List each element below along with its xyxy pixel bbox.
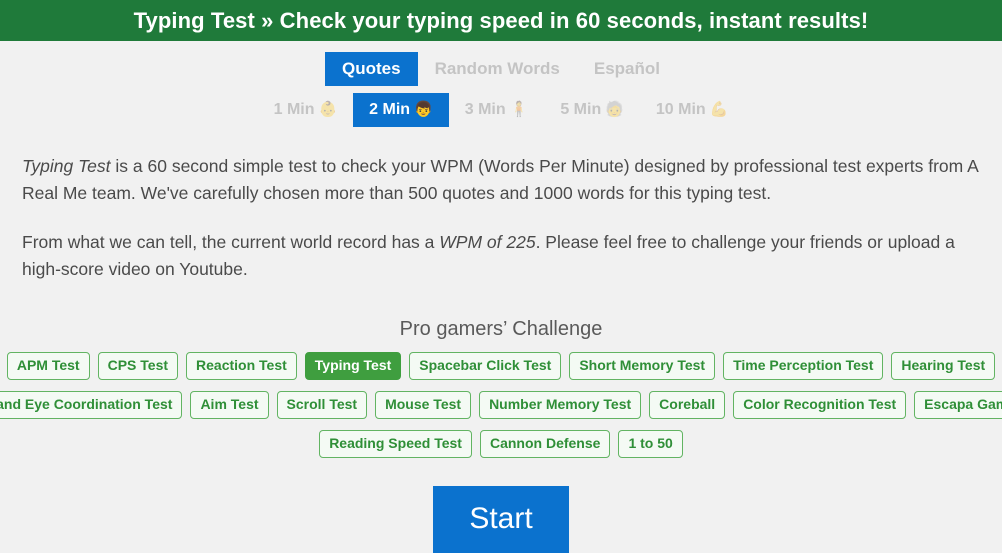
boy-emoji: 👦 [414, 101, 433, 118]
duration-tab-row: 1 Min 👶 2 Min 👦 3 Min 🧍 5 Min 🧓 10 Min 💪 [0, 93, 1002, 127]
challenge-section-title: Pro gamers’ Challenge [399, 318, 603, 340]
start-button-container: Start [22, 486, 980, 553]
pill-number-memory-test[interactable]: Number Memory Test [479, 391, 642, 419]
tab-duration-1-min-label: 1 Min [273, 101, 315, 118]
pill-short-memory-test[interactable]: Short Memory Test [569, 352, 716, 380]
pill-reading-speed-test[interactable]: Reading Speed Test [319, 430, 472, 458]
baby-emoji: 👶 [318, 101, 338, 118]
pill-color-recognition-test[interactable]: Color Recognition Test [733, 391, 907, 419]
tab-duration-3-min-label: 3 Min [464, 101, 506, 118]
mode-tab-row: Quotes Random Words Español [0, 52, 1002, 86]
pill-scroll-test[interactable]: Scroll Test [276, 391, 368, 419]
pill-cannon-defense[interactable]: Cannon Defense [479, 430, 611, 458]
tab-duration-1-min[interactable]: 1 Min 👶 [258, 93, 354, 127]
pill-hearing-test[interactable]: Hearing Test [891, 352, 996, 380]
intro-paragraph-1-rest: is a 60 second simple test to check your… [22, 156, 978, 203]
tab-duration-5-min-label: 5 Min [560, 101, 602, 118]
start-button[interactable]: Start [433, 486, 569, 553]
page-header: Typing Test » Check your typing speed in… [0, 0, 1002, 41]
intro-paragraph-2: From what we can tell, the current world… [22, 229, 980, 283]
world-record-wpm: WPM of 225 [439, 232, 536, 252]
content-area: Typing Test is a 60 second simple test t… [0, 153, 1002, 553]
flexed-biceps-emoji: 💪 [709, 101, 729, 118]
tab-duration-10-min-label: 10 Min [655, 101, 706, 118]
person-standing-emoji: 🧍 [509, 101, 529, 118]
challenge-pill-row-1: APM Test CPS Test Reaction Test Typing T… [6, 352, 996, 380]
intro-paragraph-1-lead: Typing Test [22, 156, 111, 176]
pill-time-perception-test[interactable]: Time Perception Test [723, 352, 884, 380]
pill-aim-test[interactable]: Aim Test [190, 391, 269, 419]
intro-paragraph-2-before: From what we can tell, the current world… [22, 232, 440, 252]
pill-hand-eye-coordination-test[interactable]: Hand Eye Coordination Test [0, 391, 183, 419]
pill-coreball[interactable]: Coreball [649, 391, 726, 419]
page-title: Typing Test » Check your typing speed in… [133, 7, 869, 33]
older-person-emoji: 🧓 [605, 101, 624, 118]
tab-random-words[interactable]: Random Words [418, 52, 577, 86]
pill-mouse-test[interactable]: Mouse Test [375, 391, 472, 419]
intro-paragraph-1: Typing Test is a 60 second simple test t… [22, 153, 980, 207]
tab-duration-3-min[interactable]: 3 Min 🧍 [449, 93, 545, 127]
challenge-pill-row-2: Hand Eye Coordination Test Aim Test Scro… [0, 391, 1002, 419]
pill-apm-test[interactable]: APM Test [6, 352, 90, 380]
tab-quotes[interactable]: Quotes [325, 52, 418, 86]
pill-cps-test[interactable]: CPS Test [97, 352, 179, 380]
challenge-pill-row-3: Reading Speed Test Cannon Defense 1 to 5… [22, 430, 980, 458]
tab-duration-10-min[interactable]: 10 Min 💪 [640, 93, 744, 127]
pill-escapa-game[interactable]: Escapa Game [914, 391, 1002, 419]
pill-typing-test[interactable]: Typing Test [304, 352, 402, 380]
pill-spacebar-click-test[interactable]: Spacebar Click Test [409, 352, 562, 380]
pill-1-to-50[interactable]: 1 to 50 [618, 430, 683, 458]
pill-reaction-test[interactable]: Reaction Test [186, 352, 297, 380]
tab-duration-2-min[interactable]: 2 Min 👦 [353, 93, 449, 127]
tab-duration-2-min-label: 2 Min [369, 101, 411, 118]
tab-duration-5-min[interactable]: 5 Min 🧓 [544, 93, 640, 127]
tab-espanol[interactable]: Español [577, 52, 677, 86]
